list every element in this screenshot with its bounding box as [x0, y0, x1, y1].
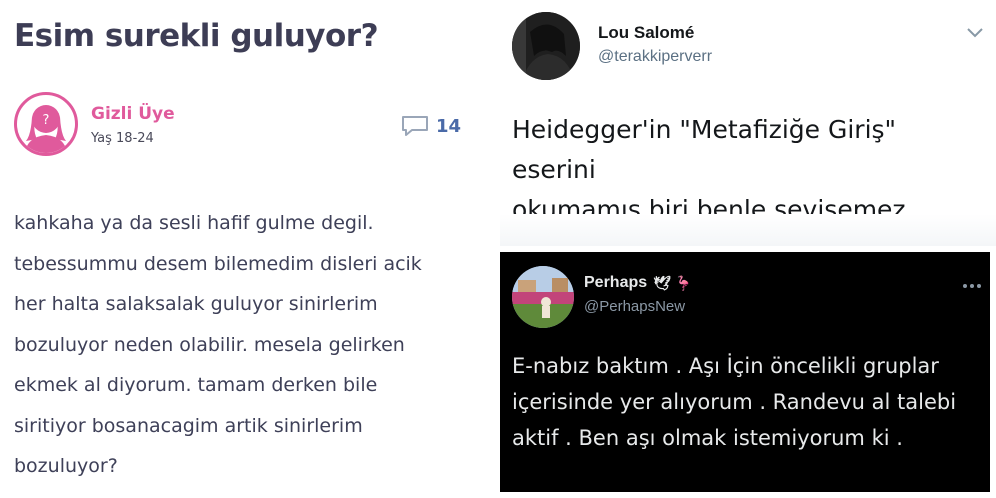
- name-emojis: 🕊 🦩: [653, 274, 693, 291]
- author-name-text: Perhaps: [584, 274, 648, 291]
- body-line: tebessummu desem bilemedim disleri acik: [14, 252, 422, 275]
- comment-count: 14: [436, 115, 462, 137]
- tweet-author-handle[interactable]: @terakkiperverr: [598, 48, 712, 66]
- tweet-line: içerisinde yer alıyorum . Randevu al tal…: [512, 390, 957, 414]
- avatar[interactable]: [512, 266, 574, 328]
- tweet-menu-button[interactable]: [966, 26, 984, 44]
- tweet-menu-button[interactable]: [962, 276, 982, 294]
- comment-count-button[interactable]: 14: [400, 114, 461, 138]
- body-line: bozuluyor?: [14, 455, 118, 477]
- body-line: kahkaha ya da sesli hafif gulme degil.: [14, 212, 374, 234]
- tweet-text: Heidegger'in "Metafiziğe Giriş" eserini …: [512, 110, 982, 230]
- tweet-line: Heidegger'in "Metafiziğe Giriş" eserini: [512, 115, 897, 184]
- author-name[interactable]: Gizli Üye: [91, 104, 175, 124]
- body-line: siritiyor bosanacagim artik sinirlerim: [14, 414, 363, 437]
- body-line: bozuluyor neden olabilir. mesela gelirke…: [14, 333, 405, 356]
- comment-icon: [402, 116, 428, 136]
- tweet-author-handle[interactable]: @PerhapsNew: [584, 298, 685, 315]
- body-line: ekmek al diyorum. tamam derken bile: [14, 374, 378, 396]
- question-post: Esim surekli guluyor? ? Gizli Üye Yaş 18…: [0, 0, 492, 498]
- question-body: kahkaha ya da sesli hafif gulme degil. t…: [14, 203, 484, 487]
- tweet-line: E-nabız baktım . Aşı İçin öncelikli grup…: [512, 354, 939, 378]
- avatar[interactable]: ?: [14, 92, 78, 156]
- tweet-text: E-nabız baktım . Aşı İçin öncelikli grup…: [512, 348, 982, 456]
- anonymous-user-icon: ?: [25, 105, 67, 153]
- tweet-line: aktif . Ben aşı olmak istemiyorum ki .: [512, 426, 903, 450]
- avatar[interactable]: [512, 12, 580, 80]
- card-divider: [500, 214, 996, 246]
- more-dots-icon: [963, 284, 981, 288]
- chevron-down-icon: [967, 28, 983, 38]
- svg-text:?: ?: [43, 113, 50, 128]
- author-age: Yaş 18-24: [91, 131, 154, 146]
- tweet-card-bottom: Perhaps 🕊 🦩 @PerhapsNew E-nabız baktım .…: [500, 252, 990, 492]
- profile-photo: [512, 266, 574, 328]
- tweet-author-name[interactable]: Lou Salomé: [598, 23, 694, 43]
- tweet-card-top: Lou Salomé @terakkiperverr Heidegger'in …: [500, 0, 996, 246]
- tweet-author-name[interactable]: Perhaps 🕊 🦩: [584, 274, 692, 292]
- profile-photo: [512, 12, 580, 80]
- question-title[interactable]: Esim surekli guluyor?: [14, 18, 379, 54]
- body-line: her halta salaksalak guluyor sinirlerim: [14, 293, 378, 315]
